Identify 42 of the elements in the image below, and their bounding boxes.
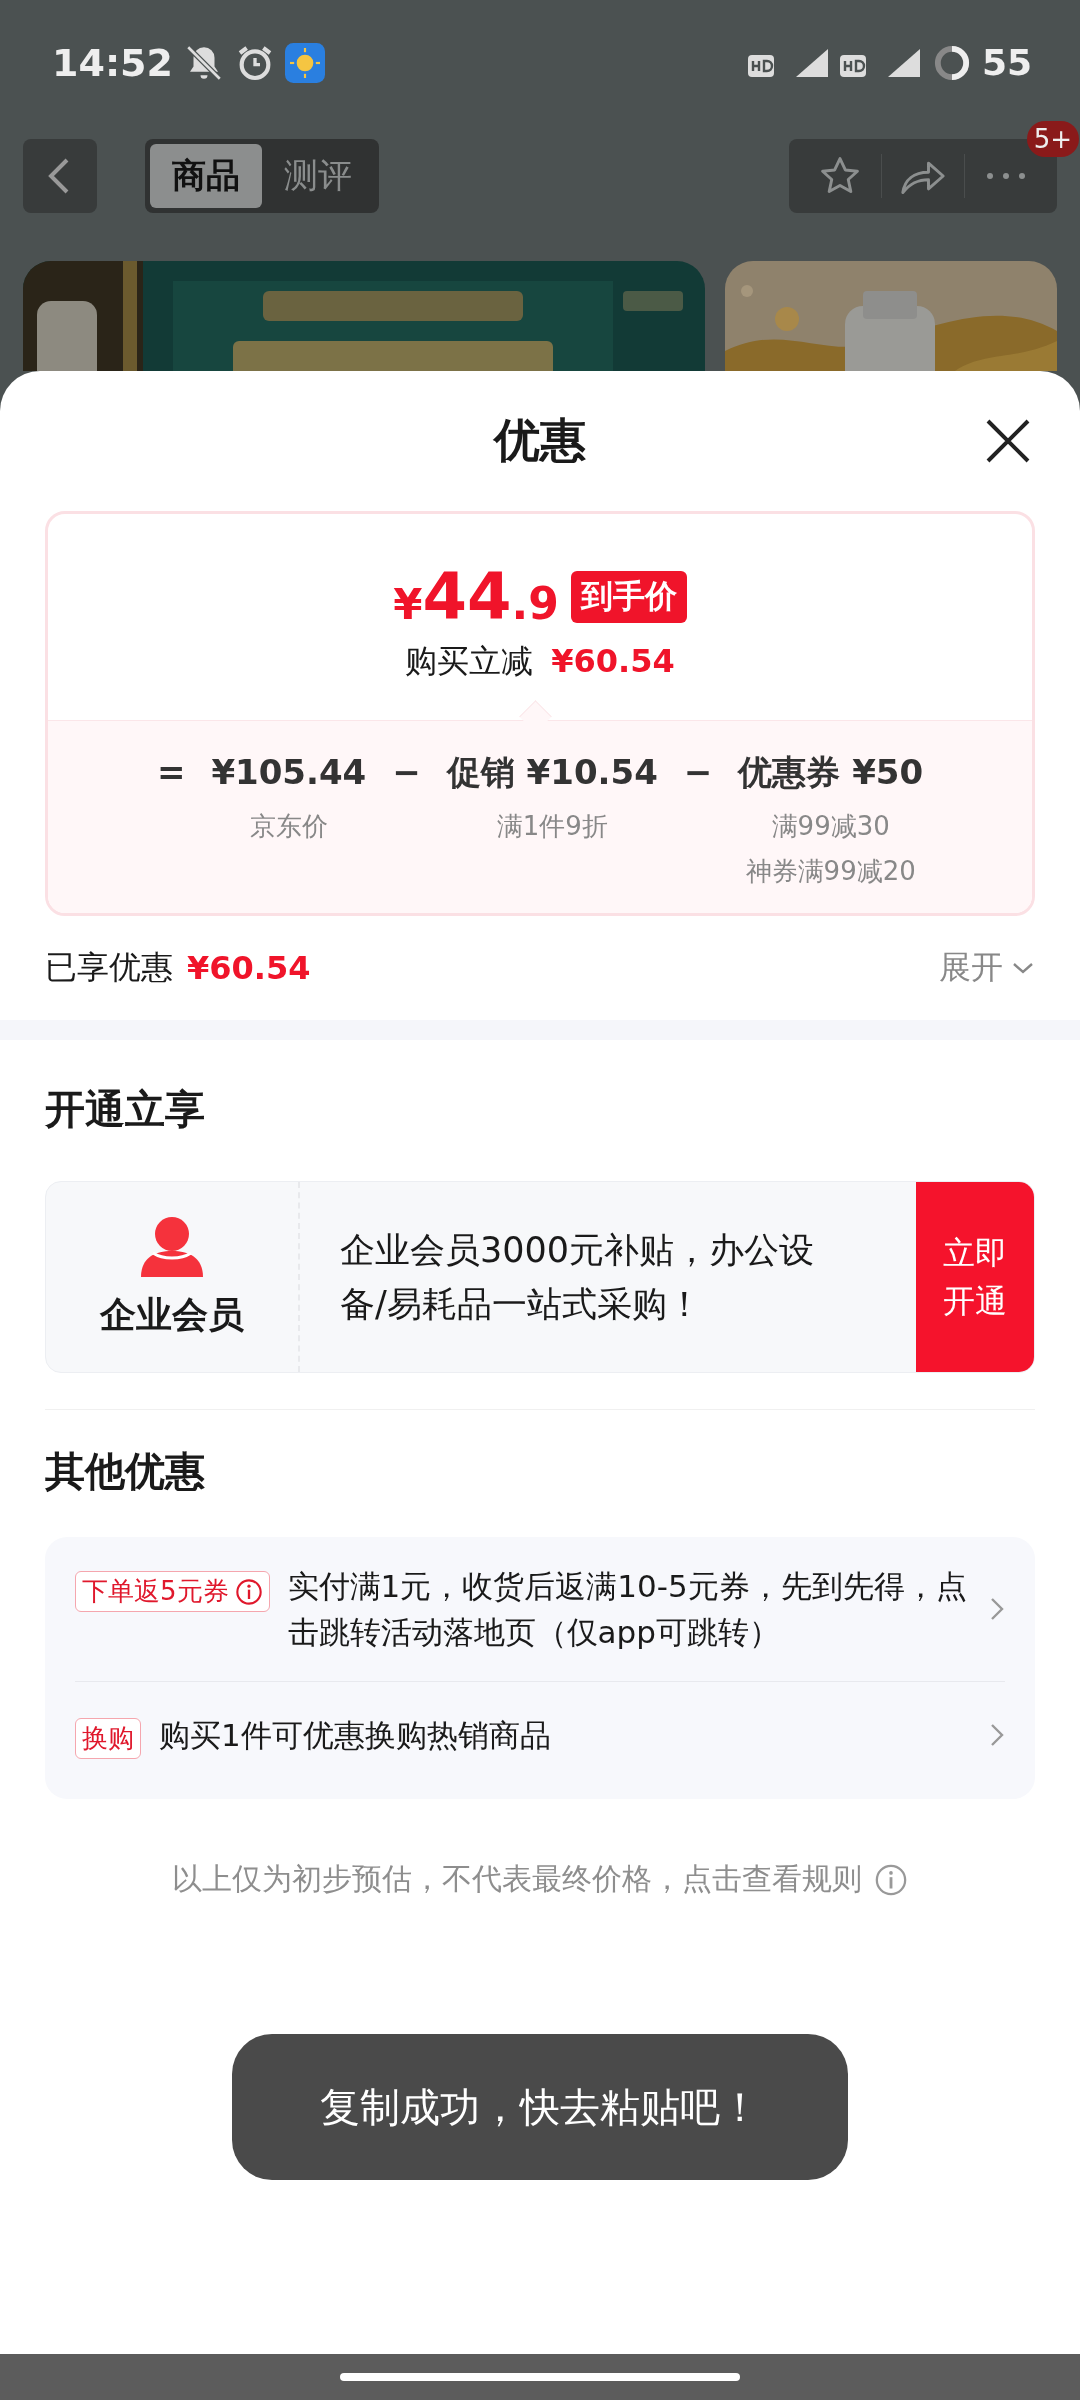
- sheet-title: 优惠: [494, 412, 586, 469]
- savings-label: 已享优惠: [45, 947, 173, 988]
- discount-amount: ¥60.54: [551, 642, 675, 680]
- membership-name: 企业会员: [100, 1292, 244, 1337]
- more-icon: [984, 171, 1028, 181]
- offer-item[interactable]: 下单返5元券 实付满1元，收货后返满10-5元券，先到先得，点击跳转活动落地页（仅app可跳转）: [75, 1537, 1005, 1681]
- expand-button[interactable]: 展开: [939, 946, 1035, 990]
- operator-sign: −: [683, 751, 713, 794]
- price-note: 满99减30: [771, 810, 890, 843]
- chevron-down-icon: [1011, 961, 1035, 975]
- tab[interactable]: 测评: [262, 144, 374, 208]
- activate-button[interactable]: 立即开通: [916, 1182, 1034, 1372]
- price-amount: 促销 ¥10.54: [446, 751, 658, 794]
- battery-level: 55: [981, 42, 1032, 83]
- section-heading: 其他优惠: [44, 1447, 206, 1496]
- operator-sign: −: [392, 751, 421, 794]
- info-icon: [874, 1862, 908, 1897]
- offer-tag: 换购: [75, 1718, 141, 1759]
- toast-message: 复制成功，快去粘贴吧！: [232, 2034, 848, 2180]
- price-note: 满1件9折: [496, 810, 608, 843]
- person-icon: [139, 1214, 205, 1277]
- offer-tag: 下单返5元券: [75, 1571, 270, 1612]
- notification-badge: 5+: [1026, 121, 1079, 157]
- price-note: 京东价: [249, 810, 328, 843]
- disclaimer-link[interactable]: 以上仅为初步预估，不代表最终价格，点击查看规则: [172, 1859, 862, 1900]
- price-note: 神券满99减20: [745, 855, 916, 888]
- operator-sign: =: [156, 751, 186, 794]
- weather-icon: [284, 42, 325, 83]
- final-price: ¥44.9: [393, 560, 559, 634]
- membership-description: 企业会员3000元补贴，办公设备/易耗品一站式采购！: [339, 1229, 816, 1326]
- section-heading: 开通立享: [44, 1085, 206, 1134]
- back-button[interactable]: [23, 139, 97, 213]
- price-amount: 优惠券 ¥50: [738, 751, 924, 794]
- price-tag: 到手价: [570, 571, 687, 623]
- offer-text: 实付满1元，收货后返满10-5元券，先到先得，点击跳转活动落地页（仅app可跳转）: [287, 1567, 968, 1652]
- discount-label: 购买立减: [405, 641, 534, 682]
- price-amount: ¥105.44: [211, 751, 367, 794]
- offer-item[interactable]: 换购 购买1件可优惠换购热销商品: [75, 1681, 1005, 1799]
- tab[interactable]: 商品: [150, 144, 262, 208]
- savings-amount: ¥60.54: [187, 949, 311, 987]
- offer-text: 购买1件可优惠换购热销商品: [159, 1715, 552, 1755]
- clock-time: 14:52: [52, 40, 173, 85]
